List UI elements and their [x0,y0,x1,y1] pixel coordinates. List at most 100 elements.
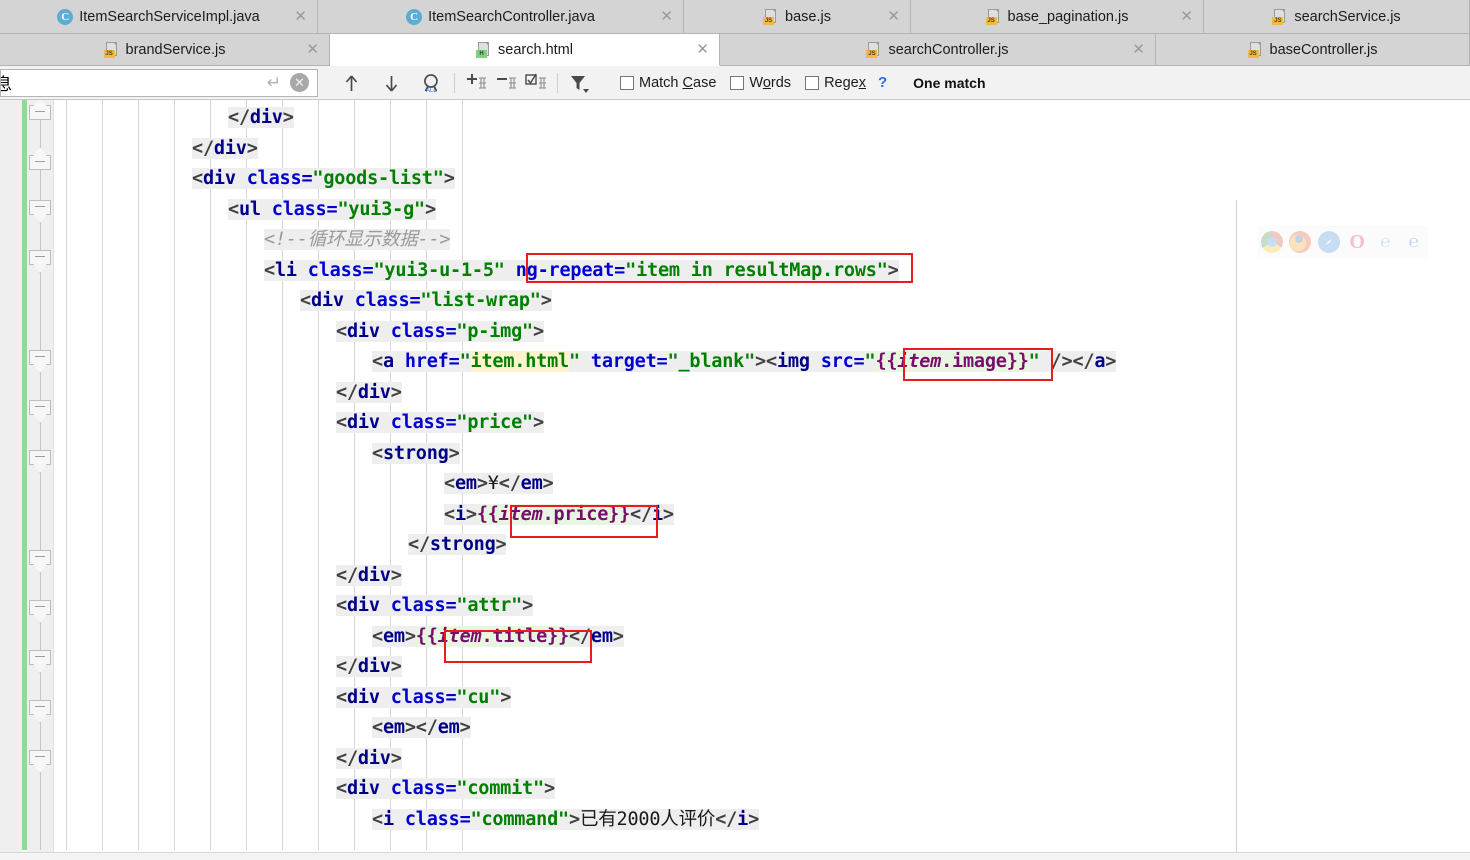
enter-arrow-icon[interactable]: ↵ [267,73,281,93]
code-line[interactable]: </strong> [408,530,506,560]
search-input-value: 息 [0,70,12,95]
js-file-icon: JS [866,42,882,58]
close-icon[interactable]: ✕ [294,9,307,24]
code-fold-toggle[interactable] [27,700,53,722]
select-all-occurrences-icon[interactable]: ALL [416,69,446,97]
code-fold-toggle[interactable] [27,750,53,772]
words-checkbox[interactable]: Words [730,75,791,91]
code-line[interactable]: </div> [336,378,402,408]
match-count-status: One match [913,75,985,91]
indent-guide [66,100,67,850]
code-fold-toggle[interactable] [27,155,53,177]
find-next-button[interactable] [376,69,406,97]
close-icon[interactable]: ✕ [306,42,319,57]
code-line[interactable]: <em></em> [372,713,471,743]
opera-icon[interactable]: O [1346,231,1368,253]
select-lines-button[interactable] [521,69,551,97]
browser-preview-toolbar[interactable]: O ℮ ℮ [1258,226,1428,258]
code-line[interactable]: </div> [228,103,294,133]
code-fold-toggle[interactable] [27,105,53,127]
code-fold-toggle[interactable] [27,350,53,372]
code-line[interactable]: <i>{{item.price}}</i> [444,500,674,530]
editor-tab-base-js[interactable]: JS base.js ✕ [684,0,911,34]
indent-guide [174,100,175,850]
editor-tab-label: base.js [785,9,831,25]
code-line[interactable]: <div class="cu"> [336,683,511,713]
firefox-icon[interactable] [1289,231,1311,253]
words-checkbox-box[interactable] [730,76,744,90]
code-line[interactable]: <ul class="yui3-g"> [228,195,436,225]
editor-gutter [0,100,22,860]
code-line[interactable]: <div class="goods-list"> [192,164,455,194]
add-line-button[interactable] [461,69,491,97]
editor-tab-basecontroller-js[interactable]: JSbaseController.js [1156,34,1470,66]
code-fold-toggle[interactable] [27,250,53,272]
search-input[interactable]: 息 ↵ ✕ [0,69,318,97]
js-file-icon: JS [986,9,1002,25]
editor-tab-base-pagination-js[interactable]: JS base_pagination.js ✕ [911,0,1204,34]
code-line[interactable]: <div class="commit"> [336,774,555,804]
internet-explorer-icon[interactable]: ℮ [1374,231,1396,253]
code-fold-toggle[interactable] [27,550,53,572]
code-fold-toggle[interactable] [27,450,53,472]
html-file-icon: H [476,42,492,58]
code-fold-toggle[interactable] [27,200,53,222]
toolbar-divider-2 [557,73,558,93]
regex-checkbox[interactable]: Regex [805,75,866,91]
close-icon[interactable]: ✕ [660,9,673,24]
java-class-icon: C [406,9,422,25]
regex-checkbox-box[interactable] [805,76,819,90]
code-line[interactable]: </div> [336,561,402,591]
editor-tab-label: ItemSearchController.java [428,9,595,25]
close-icon[interactable]: ✕ [1132,42,1145,57]
code-line[interactable]: <li class="yui3-u-1-5" ng-repeat="item i… [264,256,899,286]
status-bar [0,852,1470,860]
js-file-icon: JS [1272,9,1288,25]
remove-line-button[interactable] [491,69,521,97]
code-line[interactable]: </div> [336,652,402,682]
code-line[interactable]: <a href="item.html" target="_blank"><img… [372,347,1116,377]
code-line[interactable]: <div class="price"> [336,408,544,438]
code-line[interactable]: <div class="p-img"> [336,317,544,347]
editor-tab-itemsearchserviceimpl-java[interactable]: CItemSearchServiceImpl.java✕ [0,0,318,34]
code-line[interactable]: <div class="attr"> [336,591,533,621]
editor-tab-searchservice-js[interactable]: JSsearchService.js [1204,0,1470,34]
safari-icon[interactable] [1318,231,1340,253]
match-case-checkbox[interactable]: Match Case [620,75,716,91]
filter-funnel-icon[interactable] [564,69,594,97]
editor-tab-itemsearchcontroller-java[interactable]: C ItemSearchController.java ✕ [318,0,684,34]
code-line[interactable]: <i class="command">已有2000人评价</i> [372,805,759,835]
code-line[interactable]: </div> [192,134,258,164]
close-icon[interactable]: ✕ [887,9,900,24]
editor-tab-bar-row-2: JSbrandService.js✕Hsearch.html✕JSsearchC… [0,34,1470,66]
code-line[interactable]: <em>¥</em> [444,469,553,499]
regex-help-icon[interactable]: ? [878,74,887,91]
code-line[interactable]: <!--循环显示数据--> [264,225,450,255]
editor-tab-searchcontroller-js[interactable]: JSsearchController.js✕ [720,34,1156,66]
js-file-icon: JS [763,9,779,25]
idea-editor-window: CItemSearchServiceImpl.java✕CItemSearchC… [0,0,1470,860]
editor-tab-bar-row-1: CItemSearchServiceImpl.java✕CItemSearchC… [0,0,1470,34]
editor-tab-label: ItemSearchServiceImpl.java [79,9,260,25]
svg-text:ALL: ALL [426,88,437,94]
editor-tab-brandservice-js[interactable]: JSbrandService.js✕ [0,34,330,66]
code-fold-toggle[interactable] [27,650,53,672]
js-file-icon: JS [104,42,120,58]
code-line[interactable]: </div> [336,744,402,774]
code-fold-toggle[interactable] [27,400,53,422]
code-text-area[interactable]: </div></div><div class="goods-list"><ul … [54,100,1470,860]
chrome-icon[interactable] [1261,231,1283,253]
edge-icon[interactable]: ℮ [1403,231,1425,253]
close-icon[interactable]: ✕ [1180,9,1193,24]
code-line[interactable]: <div class="list-wrap"> [300,286,552,316]
code-line[interactable]: <strong> [372,439,460,469]
code-line[interactable]: <em>{{item.title}}</em> [372,622,624,652]
clear-circle-icon[interactable]: ✕ [290,73,309,92]
editor-tab-search-html[interactable]: Hsearch.html✕ [330,34,720,66]
editor-tab-label: base_pagination.js [1008,9,1129,25]
close-icon[interactable]: ✕ [696,42,709,57]
find-previous-button[interactable] [336,69,366,97]
code-fold-toggle[interactable] [27,600,53,622]
code-editor[interactable]: </div></div><div class="goods-list"><ul … [0,100,1470,860]
match-case-checkbox-box[interactable] [620,76,634,90]
